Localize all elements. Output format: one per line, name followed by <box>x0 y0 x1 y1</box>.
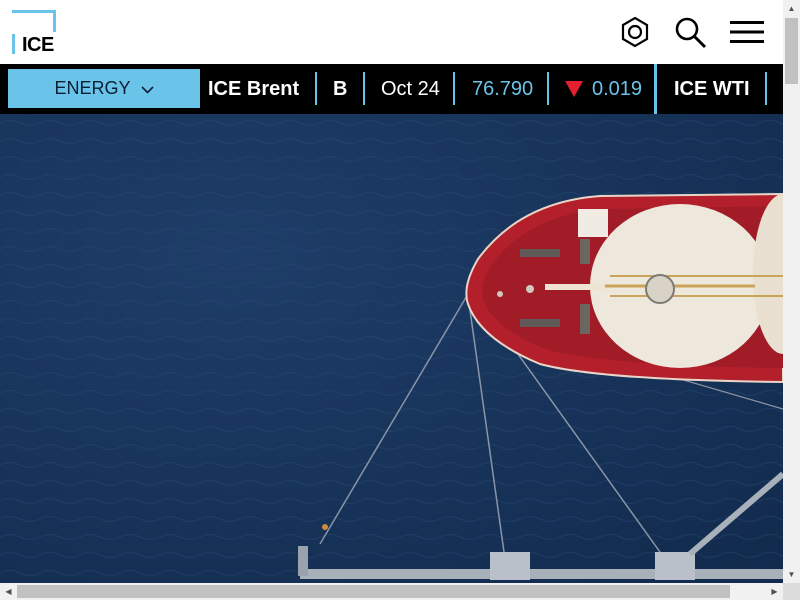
ticker-divider <box>453 72 455 105</box>
logo-frame-right <box>53 10 56 32</box>
chevron-down-icon <box>140 78 154 99</box>
ticker-divider <box>363 72 365 105</box>
vertical-scroll-thumb[interactable] <box>785 18 798 84</box>
hexagon-settings-icon[interactable] <box>617 14 653 50</box>
energy-category-dropdown[interactable]: ENERGY <box>8 69 200 108</box>
ticker-item-name[interactable]: ICE Brent <box>208 64 299 114</box>
ticker-item-name[interactable]: ICE WTI <box>674 64 750 114</box>
ticker-item-price: 76.790 <box>472 77 534 100</box>
hero-image-tanker <box>0 114 783 583</box>
ice-logo[interactable]: ICE <box>12 10 58 56</box>
ticker-item-contract: Oct 24 <box>381 77 440 100</box>
logo-frame-top <box>12 10 56 13</box>
ticker-item-code: B <box>333 77 348 100</box>
ticker-divider <box>765 72 767 105</box>
scroll-down-arrow-icon[interactable]: ▼ <box>783 566 800 583</box>
logo-text: ICE <box>22 34 54 56</box>
ticker-item-change: 0.019 <box>592 77 643 100</box>
ticker-down-arrow-icon <box>565 64 583 114</box>
vertical-scrollbar[interactable]: ▲ ▼ <box>783 0 800 583</box>
site-header: ICE <box>0 0 783 64</box>
ticker-divider <box>547 72 549 105</box>
scroll-left-arrow-icon[interactable]: ◀ <box>0 583 17 600</box>
ticker-divider <box>315 72 317 105</box>
scrollbar-corner <box>783 583 800 600</box>
horizontal-scrollbar[interactable]: ◀ ▶ <box>0 583 783 600</box>
energy-category-label: ENERGY <box>54 78 131 98</box>
scroll-right-arrow-icon[interactable]: ▶ <box>766 583 783 600</box>
search-icon[interactable] <box>672 14 708 50</box>
market-ticker: ENERGY ICE Brent B Oct 24 76.790 0.019 I… <box>0 64 783 114</box>
hero-illustration <box>0 114 783 583</box>
hamburger-menu-icon[interactable] <box>729 14 765 50</box>
scroll-up-arrow-icon[interactable]: ▲ <box>783 0 800 17</box>
logo-frame-left <box>12 34 15 54</box>
horizontal-scroll-thumb[interactable] <box>17 585 730 598</box>
ticker-group-divider <box>654 64 657 114</box>
